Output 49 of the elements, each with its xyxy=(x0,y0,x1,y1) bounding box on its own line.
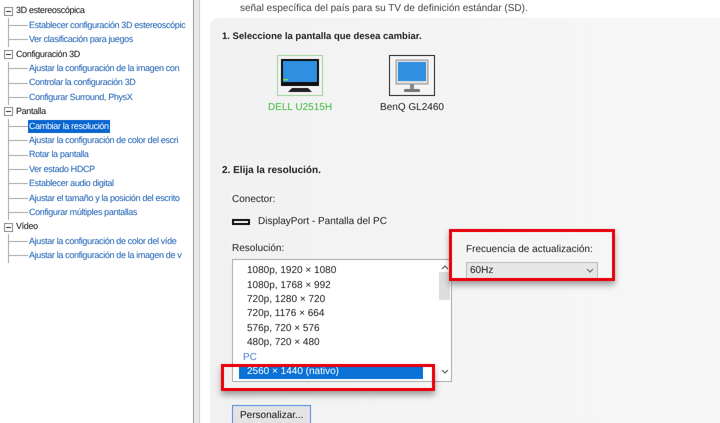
connector-value: DisplayPort - Pantalla del PC xyxy=(258,215,387,230)
display-name: DELL U2515H xyxy=(268,101,332,116)
resolution-option[interactable]: 480p, 720 × 480 xyxy=(239,336,423,351)
tree-group-label[interactable]: Pantalla xyxy=(16,105,46,119)
resolution-option[interactable]: 1080p, 1768 × 992 xyxy=(239,278,423,294)
tree-item[interactable]: Ajustar la configuración de color del escri xyxy=(28,134,180,148)
chevron-down-icon xyxy=(586,268,594,274)
intro-text: señal específica del país para su TV de definición estándar (SD). xyxy=(239,2,529,13)
tree-item[interactable]: Rotar la pantalla xyxy=(28,148,90,162)
tree-item[interactable]: Establecer configuración 3D estereoscópic xyxy=(28,18,186,32)
tree-item[interactable]: Controlar la configuración 3D xyxy=(28,76,136,90)
port-icon xyxy=(232,218,250,225)
scroll-up-icon[interactable] xyxy=(440,264,448,270)
tree-item[interactable]: Configurar Surround, PhysX xyxy=(28,90,134,104)
tree-item[interactable]: Ver clasificación para juegos xyxy=(28,33,134,47)
resolution-option[interactable]: 1080p, 1920 × 1080 xyxy=(239,264,423,279)
tree-group-label[interactable]: 3D estereoscópica xyxy=(16,4,85,18)
collapse-icon[interactable] xyxy=(4,222,13,232)
collapse-icon[interactable] xyxy=(4,50,13,59)
collapse-icon[interactable] xyxy=(4,6,13,16)
monitor-icon xyxy=(395,58,429,93)
resolution-option[interactable]: 720p, 1280 × 720 xyxy=(239,293,423,308)
list-group-header: PC xyxy=(242,350,258,365)
tree-item[interactable]: Establecer audio digital xyxy=(28,177,115,191)
tree-item[interactable]: Ajustar el tamaño y la posición del escrito xyxy=(28,192,181,206)
tree-item[interactable]: Ajustar la configuración de color del víde xyxy=(28,234,178,248)
tree-item[interactable]: Ver estado HDCP xyxy=(28,162,96,176)
refresh-rate-dropdown[interactable]: 60Hz xyxy=(466,262,598,280)
display-name: BenQ GL2460 xyxy=(380,101,444,116)
tree-item[interactable]: Ajustar la configuración de la imagen con xyxy=(28,62,180,76)
resolution-option[interactable]: 576p, 720 × 576 xyxy=(239,322,423,336)
collapse-icon[interactable] xyxy=(4,107,13,116)
resolution-option[interactable]: 720p, 1176 × 664 xyxy=(239,307,423,322)
display-option[interactable] xyxy=(389,55,435,96)
monitor-icon xyxy=(280,58,320,94)
scroll-thumb[interactable] xyxy=(439,272,450,300)
resolution-label: Resolución: xyxy=(232,242,286,256)
tree-item[interactable]: Configurar múltiples pantallas xyxy=(28,206,138,220)
tree-item[interactable]: Cambiar la resolución xyxy=(28,120,110,134)
customize-button[interactable]: Personalizar... xyxy=(232,405,312,423)
tree-group-label[interactable]: Vídeo xyxy=(16,220,38,234)
resolution-list[interactable]: 1080p, 1920 × 1080 1080p, 1768 × 992 720p, 1280 × 720 720p, 1176 × 664 576p, 720 × 576 480p, 720 × 480 PC 2560 × 1440 (nativo) xyxy=(232,259,452,382)
connector-label: Conector: xyxy=(232,193,276,208)
step-heading: 2. Elija la resolución. xyxy=(222,164,322,178)
tree-item[interactable]: Ajustar la configuración de la imagen de v xyxy=(28,249,182,263)
scroll-down-icon[interactable] xyxy=(440,369,448,376)
step-heading: 1. Seleccione la pantalla que desea cambiar. xyxy=(222,30,423,44)
refresh-rate-label: Frecuencia de actualización: xyxy=(466,243,594,258)
tree-group-label[interactable]: Configuración 3D xyxy=(16,48,80,62)
